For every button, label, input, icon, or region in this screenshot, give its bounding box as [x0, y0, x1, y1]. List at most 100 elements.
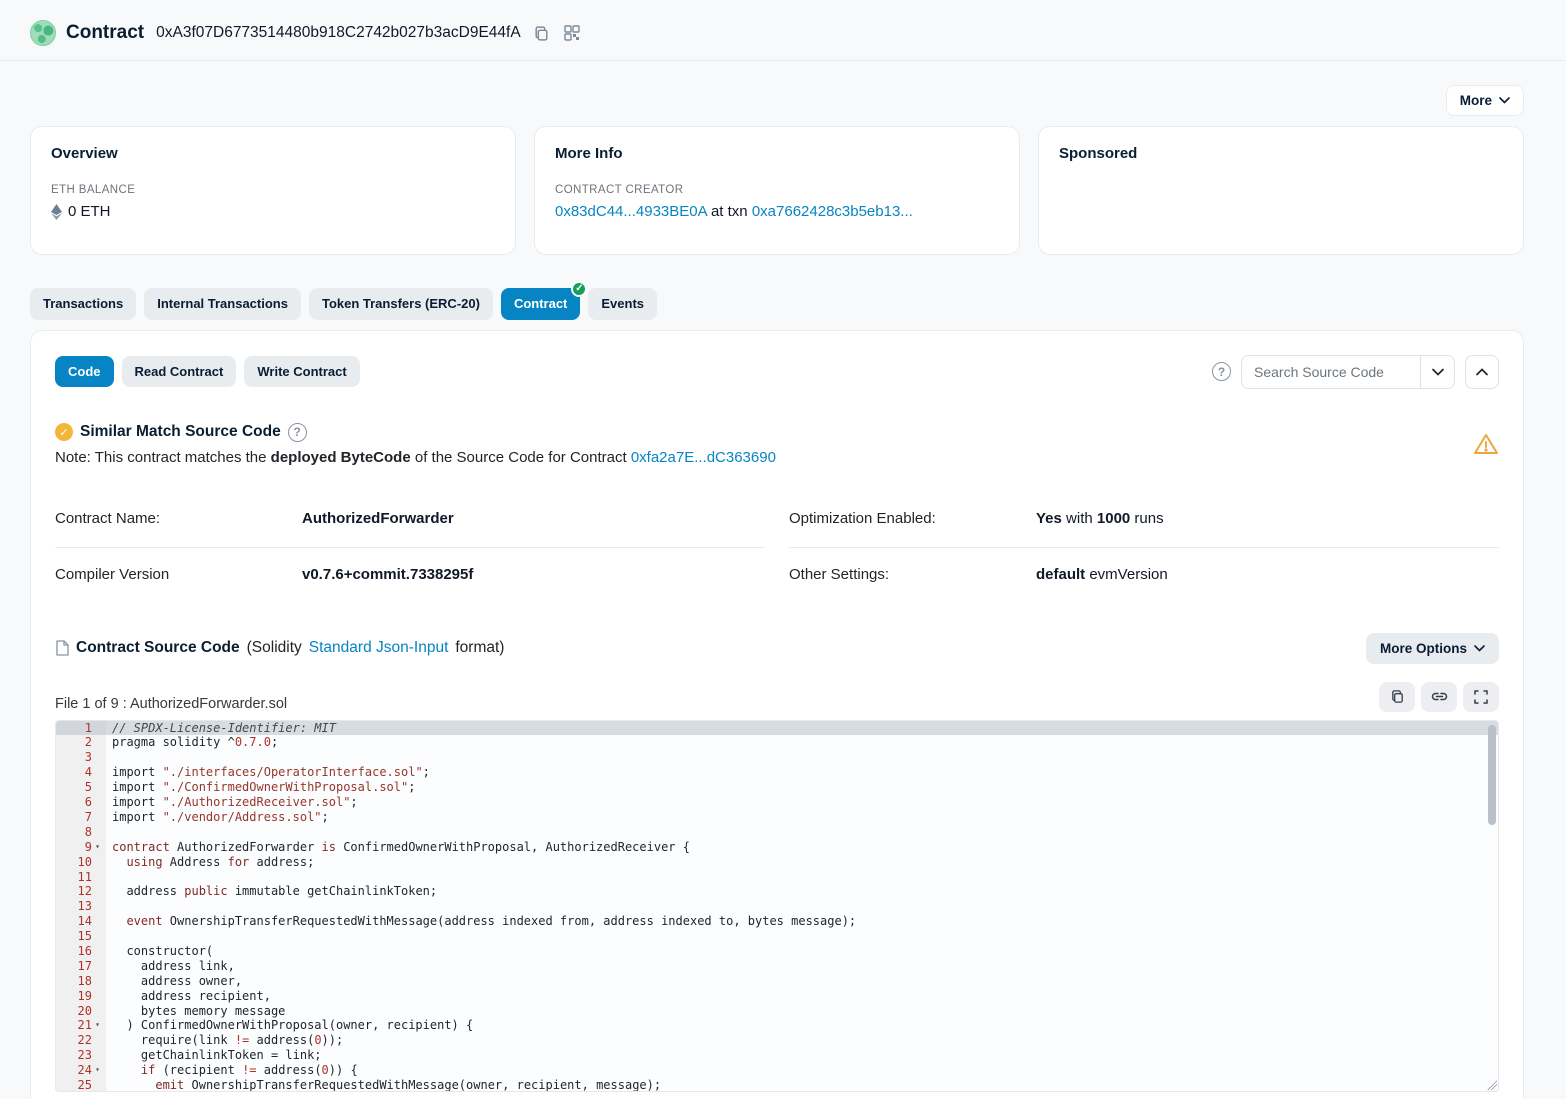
ethereum-icon	[51, 204, 62, 220]
search-prev-button[interactable]	[1465, 355, 1499, 389]
code-text: getChainlinkToken = link;	[106, 1048, 322, 1063]
meta-label: Contract Name:	[55, 510, 302, 527]
format-prefix: (Solidity	[247, 639, 302, 657]
json-input-link[interactable]: Standard Json-Input	[309, 639, 449, 657]
resize-handle-icon[interactable]	[1486, 1079, 1497, 1090]
help-icon[interactable]: ?	[1212, 362, 1231, 381]
search-source-input[interactable]	[1242, 356, 1420, 388]
line-number-gutter: 15	[56, 929, 106, 944]
sponsored-card: Sponsored	[1038, 126, 1524, 255]
expand-button[interactable]	[1463, 682, 1499, 712]
line-number-gutter: 2	[56, 735, 106, 750]
page-header: Contract 0xA3f07D6773514480b918C2742b027…	[0, 0, 1566, 60]
line-number-gutter: 22	[56, 1033, 106, 1048]
line-number-gutter: 21▾	[56, 1018, 106, 1033]
copy-source-button[interactable]	[1379, 682, 1415, 712]
meta-value: v0.7.6+commit.7338295f	[302, 566, 473, 583]
code-line: 3	[56, 750, 1498, 765]
tab-bar: TransactionsInternal TransactionsToken T…	[0, 255, 1566, 320]
contract-panel: CodeRead ContractWrite Contract ? ✓	[30, 330, 1524, 1099]
code-text: contract AuthorizedForwarder is Confirme…	[106, 840, 690, 855]
note-prefix: Note: This contract matches the	[55, 449, 271, 466]
verified-check-badge: ✓	[571, 281, 587, 297]
eth-balance-value: 0 ETH	[68, 203, 111, 220]
search-source-group	[1241, 355, 1455, 389]
more-options-button[interactable]: More Options	[1366, 633, 1499, 664]
code-text	[106, 750, 119, 765]
contract-address: 0xA3f07D6773514480b918C2742b027b3acD9E44…	[156, 24, 521, 42]
permalink-button[interactable]	[1421, 682, 1457, 712]
tab-contract[interactable]: Contract✓	[501, 288, 580, 320]
code-line: 10 using Address for address;	[56, 855, 1498, 870]
overview-card: Overview ETH BALANCE 0 ETH	[30, 126, 516, 255]
code-line: 9▾contract AuthorizedForwarder is Confir…	[56, 840, 1498, 855]
code-line: 15	[56, 929, 1498, 944]
file-icon	[55, 640, 69, 656]
code-line: 24▾ if (recipient != address(0)) {	[56, 1063, 1498, 1078]
copy-address-icon[interactable]	[531, 23, 552, 44]
code-text: address owner,	[106, 974, 242, 989]
code-line: 4import "./interfaces/OperatorInterface.…	[56, 765, 1498, 780]
more-info-card: More Info CONTRACT CREATOR 0x83dC44...49…	[534, 126, 1020, 255]
summary-cards: Overview ETH BALANCE 0 ETH More Info CON…	[0, 116, 1566, 255]
more-button[interactable]: More	[1446, 85, 1524, 116]
tab-events[interactable]: Events	[588, 288, 657, 320]
qr-code-icon[interactable]	[562, 23, 582, 43]
match-help-icon[interactable]: ?	[288, 423, 307, 442]
at-txn-text: at txn	[707, 203, 752, 220]
tab-transactions[interactable]: Transactions	[30, 288, 136, 320]
line-number-gutter: 13	[56, 899, 106, 914]
meta-value: default evmVersion	[1036, 566, 1168, 583]
source-code-editor[interactable]: 1// SPDX-License-Identifier: MIT2pragma …	[55, 720, 1499, 1092]
code-scrollbar[interactable]	[1488, 725, 1496, 825]
code-text: event OwnershipTransferRequestedWithMess…	[106, 914, 856, 929]
note-bold: deployed ByteCode	[271, 449, 411, 466]
tab-token-transfers-erc-20-[interactable]: Token Transfers (ERC-20)	[309, 288, 493, 320]
line-number-gutter: 11	[56, 870, 106, 885]
code-line: 22 require(link != address(0));	[56, 1033, 1498, 1048]
code-fold-icon[interactable]: ▾	[93, 840, 102, 855]
code-text: address public immutable getChainlinkTok…	[106, 884, 437, 899]
contract-blockie-avatar	[30, 20, 56, 46]
tab-internal-transactions[interactable]: Internal Transactions	[144, 288, 301, 320]
subtab-read-contract[interactable]: Read Contract	[122, 356, 237, 388]
overview-card-title: Overview	[51, 145, 495, 162]
code-lines: 1// SPDX-License-Identifier: MIT2pragma …	[56, 721, 1498, 1091]
line-number-gutter: 18	[56, 974, 106, 989]
code-line: 7import "./vendor/Address.sol";	[56, 810, 1498, 825]
chevron-up-icon	[1476, 368, 1488, 376]
code-line: 12 address public immutable getChainlink…	[56, 884, 1498, 899]
fullscreen-icon	[1474, 690, 1488, 704]
line-number-gutter: 10	[56, 855, 106, 870]
copy-icon	[1390, 689, 1405, 704]
line-number-gutter: 24▾	[56, 1063, 106, 1078]
format-suffix: format)	[455, 639, 504, 657]
meta-value: Yes with 1000 runs	[1036, 510, 1164, 527]
code-line: 18 address owner,	[56, 974, 1498, 989]
code-text: if (recipient != address(0)) {	[106, 1063, 358, 1078]
line-number-gutter: 4	[56, 765, 106, 780]
line-number-gutter: 25	[56, 1078, 106, 1091]
creator-address-link[interactable]: 0x83dC44...4933BE0A	[555, 203, 707, 220]
code-text: import "./vendor/Address.sol";	[106, 810, 329, 825]
chevron-down-icon	[1499, 97, 1510, 104]
code-text	[106, 899, 119, 914]
search-next-button[interactable]	[1420, 356, 1454, 388]
subtab-code[interactable]: Code	[55, 356, 114, 388]
code-text	[106, 929, 119, 944]
code-text: constructor(	[106, 944, 213, 959]
page-title: Contract	[66, 22, 144, 44]
creation-txn-link[interactable]: 0xa7662428c3b5eb13...	[752, 203, 913, 220]
code-line: 17 address link,	[56, 959, 1498, 974]
matched-contract-link[interactable]: 0xfa2a7E...dC363690	[631, 449, 776, 466]
code-text: require(link != address(0));	[106, 1033, 343, 1048]
more-info-card-title: More Info	[555, 145, 999, 162]
warning-triangle-icon	[1473, 432, 1499, 456]
subtab-write-contract[interactable]: Write Contract	[244, 356, 359, 388]
meta-row: Other Settings:default evmVersion	[789, 548, 1499, 603]
line-number-gutter: 16	[56, 944, 106, 959]
code-text: pragma solidity ^0.7.0;	[106, 735, 278, 750]
code-fold-icon[interactable]: ▾	[93, 1063, 102, 1078]
code-fold-icon[interactable]: ▾	[93, 1018, 102, 1033]
line-number-gutter: 17	[56, 959, 106, 974]
